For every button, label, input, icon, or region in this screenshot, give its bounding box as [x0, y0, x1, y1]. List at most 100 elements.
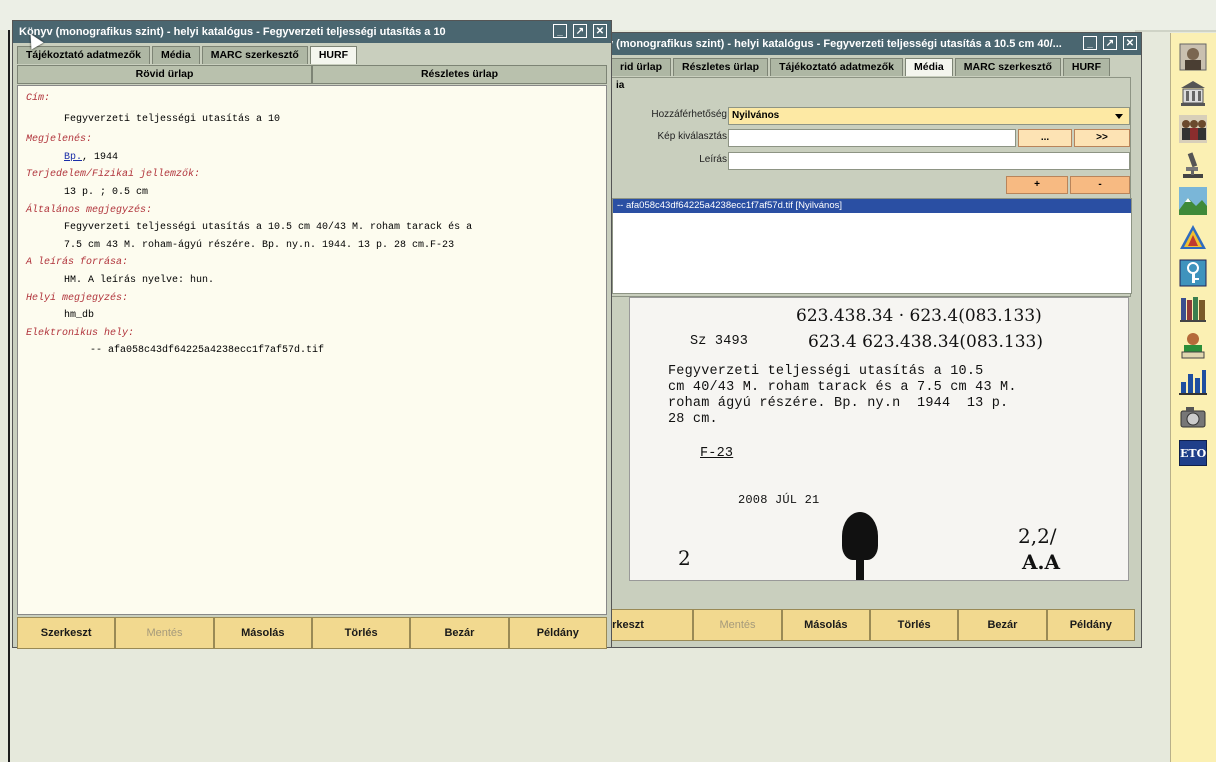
copy-button[interactable]: Másolás — [781, 609, 870, 641]
tab-detailed-form[interactable]: Részletes ürlap — [312, 65, 607, 84]
tab-hurf[interactable]: HURF — [1062, 58, 1111, 76]
building-icon[interactable] — [1177, 77, 1209, 109]
access-select[interactable]: Nyilvános — [728, 107, 1130, 125]
publication-place-link[interactable]: Bp. — [64, 152, 82, 163]
scan-number-left: 2 — [678, 546, 691, 570]
module-toolbar: ETO — [1170, 33, 1216, 762]
field-label-extent: Terjedelem/Fizikai jellemzők: — [26, 169, 201, 181]
copy-button[interactable]: Másolás — [213, 617, 312, 649]
landscape-icon[interactable] — [1177, 185, 1209, 217]
eto-label: ETO — [1179, 440, 1207, 466]
field-label-local-note: Helyi megjegyzés: — [26, 292, 129, 304]
tab-info-fields[interactable]: Tájékoztató adatmezők — [770, 58, 904, 76]
add-media-button[interactable]: + — [1006, 176, 1068, 194]
remove-media-button[interactable]: - — [1070, 176, 1130, 194]
close-icon[interactable]: ✕ — [593, 24, 607, 38]
tab-marc-editor[interactable]: MARC szerkesztő — [954, 58, 1061, 76]
tab-marc-editor[interactable]: MARC szerkesztő — [201, 46, 308, 64]
scan-date-stamp: 2008 JÚL 21 — [738, 493, 820, 507]
scan-number-right: 2,2/ — [1018, 524, 1057, 548]
tab-short-form[interactable]: rid ürlap — [611, 58, 672, 76]
edit-button[interactable]: Szerkeszt — [17, 617, 116, 649]
save-button[interactable]: Mentés — [115, 617, 214, 649]
field-label-source: A leírás forrása: — [26, 257, 129, 269]
people-icon[interactable] — [1177, 113, 1209, 145]
media-window: v (monografikus szint) - helyi katalógus… — [590, 32, 1142, 648]
media-window-tabs: rid ürlap Részletes ürlap Tájékoztató ad… — [611, 58, 1111, 76]
field-value-extent: 13 p. ; 0.5 cm — [64, 186, 149, 198]
record-window-tabs: Tájékoztató adatmezők Média MARC szerkes… — [17, 46, 357, 64]
scan-initials: A.A — [1022, 550, 1060, 574]
field-value-general-note-2: 7.5 cm 43 M. roham-ágyú részére. Bp. ny.… — [64, 239, 455, 251]
field-value-title: Fegyverzeti teljességi utasítás a 10 — [64, 113, 281, 125]
chart-icon[interactable] — [1177, 365, 1209, 397]
scan-code: F-23 — [700, 446, 734, 461]
catalog-record-window: Könyv (monografikus szint) - helyi katal… — [12, 20, 612, 649]
scan-classification-1: 623.438.34 · 623.4(083.133) — [796, 306, 1042, 326]
maximize-icon[interactable]: ↗ — [573, 24, 587, 38]
camera-icon[interactable] — [1177, 401, 1209, 433]
access-value: Nyilvános — [732, 110, 780, 121]
minimize-icon[interactable]: _ — [1083, 36, 1097, 50]
portrait-icon[interactable] — [1177, 41, 1209, 73]
tab-media[interactable]: Média — [905, 58, 953, 76]
field-value-electronic-location[interactable]: -- afa058c43df64225a4238ecc1f7af57d.tif — [26, 344, 598, 359]
field-value-general-note-1: Fegyverzeti teljességi utasítás a 10.5 c… — [64, 222, 473, 234]
reader-icon[interactable] — [1177, 329, 1209, 361]
copy-item-button[interactable]: Példány — [1046, 609, 1135, 641]
desktop-left-border — [8, 30, 10, 762]
record-subtabs: Rövid ürlap Részletes ürlap — [17, 65, 607, 84]
chevron-down-icon — [1115, 114, 1123, 119]
image-select-label: Kép kiválasztás — [657, 131, 727, 142]
field-label-title: Cím: — [26, 93, 51, 104]
minimize-icon[interactable]: _ — [553, 24, 567, 38]
image-browse-button[interactable]: ... — [1018, 129, 1072, 147]
field-label-electronic-location: Elektronikus hely: — [26, 327, 135, 339]
edit-button[interactable]: erkeszt — [599, 609, 694, 641]
close-button[interactable]: Bezár — [958, 609, 1047, 641]
tab-hurf[interactable]: HURF — [309, 46, 357, 64]
description-field[interactable] — [728, 152, 1130, 170]
record-window-titlebar[interactable]: Könyv (monografikus szint) - helyi katal… — [13, 21, 611, 43]
tab-info-fields[interactable]: Tájékoztató adatmezők — [17, 46, 150, 64]
books-icon[interactable] — [1177, 293, 1209, 325]
publication-year: , 1944 — [82, 151, 119, 163]
image-next-button[interactable]: >> — [1074, 129, 1130, 147]
field-label-general-note: Általános megjegyzés: — [26, 204, 153, 216]
media-section-label: ia — [616, 80, 625, 91]
scan-ink-blot — [842, 512, 878, 560]
delete-button[interactable]: Törlés — [311, 617, 411, 649]
media-window-title: v (monografikus szint) - helyi katalógus… — [607, 38, 1062, 50]
record-display: Cím: Fegyverzeti teljességi utasítás a 1… — [17, 85, 607, 615]
desktop-divider — [1135, 30, 1216, 32]
scan-ink-stem — [856, 556, 864, 580]
scan-classification-2: 623.4 623.438.34(083.133) — [808, 332, 1043, 352]
field-value-source: HM. A leírás nyelve: hun. — [64, 274, 215, 286]
close-icon[interactable]: ✕ — [1123, 36, 1137, 50]
scan-typed-text: Fegyverzeti teljességi utasítás a 10.5 c… — [668, 364, 1017, 427]
tab-detailed-form[interactable]: Részletes ürlap — [673, 58, 769, 76]
copy-item-button[interactable]: Példány — [508, 617, 607, 649]
media-window-titlebar[interactable]: v (monografikus szint) - helyi katalógus… — [591, 33, 1141, 55]
image-select-field[interactable] — [728, 129, 1016, 147]
close-button[interactable]: Bezár — [410, 617, 509, 649]
key-icon[interactable] — [1177, 257, 1209, 289]
save-button[interactable]: Mentés — [693, 609, 782, 641]
tab-short-form[interactable]: Rövid ürlap — [17, 65, 312, 84]
media-form-panel: ia Hozzáférhetőség Nyilvános Kép kiválas… — [611, 77, 1132, 297]
media-file-list[interactable]: -- afa058c43df64225a4238ecc1f7af57d.tif … — [612, 198, 1132, 294]
record-window-buttonbar: Szerkeszt Mentés Másolás Törlés Bezár Pé… — [17, 617, 607, 649]
maximize-icon[interactable]: ↗ — [1103, 36, 1117, 50]
field-value-publication: Bp., 1944 — [26, 151, 598, 166]
media-window-buttonbar: erkeszt Mentés Másolás Törlés Bezár Péld… — [599, 609, 1135, 641]
field-value-local-note: hm_db — [64, 310, 95, 322]
map-icon[interactable] — [1177, 221, 1209, 253]
eto-icon[interactable]: ETO — [1177, 437, 1209, 469]
media-file-entry[interactable]: -- afa058c43df64225a4238ecc1f7af57d.tif … — [613, 199, 1131, 213]
scanned-catalog-card: 623.438.34 · 623.4(083.133) 623.4 623.43… — [629, 297, 1129, 581]
access-label: Hozzáférhetőség — [651, 109, 727, 120]
tab-media[interactable]: Média — [151, 46, 200, 64]
microscope-icon[interactable] — [1177, 149, 1209, 181]
delete-button[interactable]: Törlés — [869, 609, 959, 641]
scan-signature: Sz 3493 — [690, 334, 749, 349]
